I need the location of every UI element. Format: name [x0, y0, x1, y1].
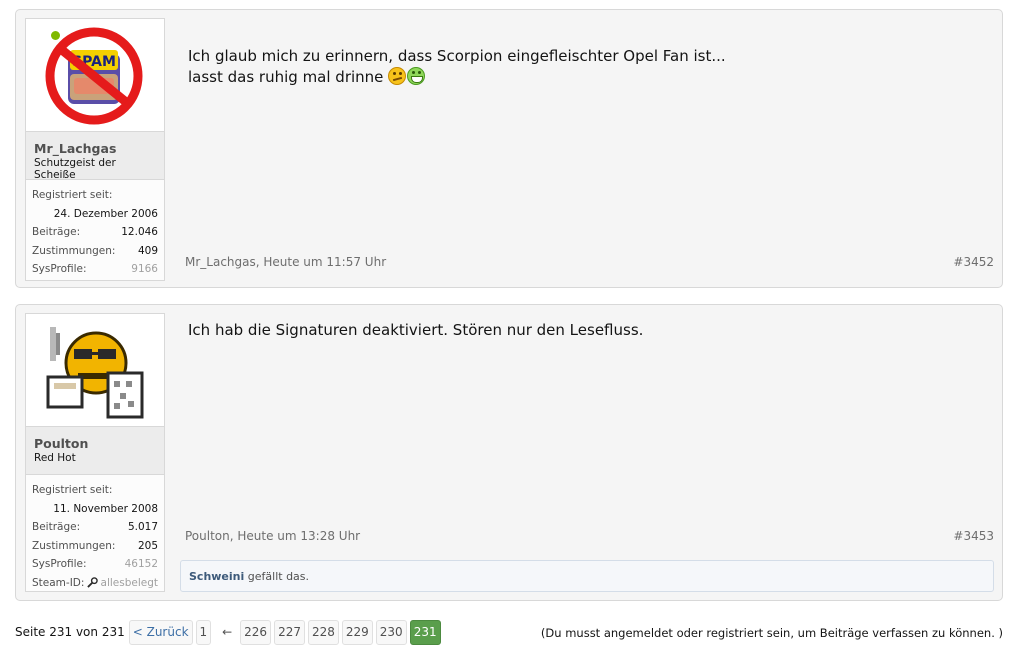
user-stats: Registriert seit: 24. Dezember 2006 Beit…	[26, 180, 164, 279]
sysprofile-link[interactable]: 46152	[125, 558, 158, 570]
stat-value[interactable]: 12.046	[121, 226, 158, 238]
avatar[interactable]: SPAM	[26, 19, 164, 132]
online-status-icon	[51, 31, 60, 40]
stat-label: SysProfile:	[32, 558, 87, 571]
post-message: Ich glaub mich zu erinnern, dass Scorpio…	[188, 46, 726, 88]
stat-likes: Zustimmungen: 409	[32, 242, 158, 261]
likes-text: gefällt das.	[244, 570, 310, 583]
page-link-first[interactable]: 1	[195, 619, 212, 645]
liker-link[interactable]: Schweini	[189, 570, 244, 583]
steam-link[interactable]: allesbelegt	[86, 577, 158, 589]
stat-registered-value-row: 11. November 2008	[32, 500, 158, 519]
pagination: Seite 231 von 231 < Zurück 1 ← 226 227 2…	[15, 619, 444, 645]
prev-page-button[interactable]: < Zurück	[128, 619, 193, 645]
likes-summary: Schweini gefällt das.	[180, 560, 994, 592]
stat-label: Zustimmungen:	[32, 244, 116, 257]
stat-posts: Beiträge: 5.017	[32, 518, 158, 537]
login-notice: (Du musst angemeldet oder registriert se…	[540, 626, 1003, 640]
stat-value: 409	[137, 244, 158, 257]
grin-smiley-icon	[407, 67, 426, 85]
spam-avatar-icon: SPAM	[45, 27, 143, 125]
post-author-time[interactable]: Mr_Lachgas, Heute um 11:57 Uhr	[185, 255, 386, 269]
page-info: Seite 231 von 231	[15, 625, 125, 639]
post-meta: Poulton, Heute um 13:28 Uhr #3453	[185, 529, 994, 543]
stat-value: 11. November 2008	[53, 502, 158, 515]
stat-steam: Steam-ID: allesbelegt	[32, 574, 158, 593]
username-link[interactable]: Mr_Lachgas	[34, 141, 156, 156]
post-meta: Mr_Lachgas, Heute um 11:57 Uhr #3452	[185, 255, 994, 269]
stat-label: SysProfile:	[32, 263, 87, 276]
message-line: Ich hab die Signaturen deaktiviert. Stör…	[188, 321, 644, 339]
user-name-box: Poulton Red Hot	[26, 427, 164, 475]
stat-sysprofile: SysProfile: 46152	[32, 555, 158, 574]
confused-smiley-icon	[388, 67, 407, 85]
post-3453: Poulton Red Hot Registriert seit: 11. No…	[15, 304, 1003, 601]
page-link-current: 231	[409, 619, 441, 645]
user-title: Schutzgeist der Scheiße	[34, 157, 116, 181]
stat-registered: Registriert seit:	[32, 186, 158, 205]
stat-value: 205	[137, 539, 158, 552]
post-message: Ich hab die Signaturen deaktiviert. Stör…	[188, 320, 643, 341]
steam-icon	[86, 577, 98, 588]
stat-label: Beiträge:	[32, 226, 81, 239]
sysprofile-link[interactable]: 9166	[131, 263, 158, 275]
stat-label: Registriert seit:	[32, 189, 113, 202]
page-gap-arrow[interactable]: ←	[214, 625, 240, 639]
stat-label: Registriert seit:	[32, 484, 113, 497]
user-info-block: SPAM Mr_Lachgas Schutzgeist der Scheiße …	[25, 18, 165, 281]
avatar[interactable]	[26, 314, 164, 427]
stat-registered: Registriert seit:	[32, 481, 158, 500]
username-link[interactable]: Poulton	[34, 436, 156, 451]
message-line: lasst das ruhig mal drinne	[188, 68, 384, 86]
user-name-box: Mr_Lachgas Schutzgeist der Scheiße	[26, 132, 164, 181]
stat-registered-value-row: 24. Dezember 2006	[32, 205, 158, 224]
page-link[interactable]: 230	[375, 619, 407, 645]
post-number-link[interactable]: #3452	[953, 255, 994, 269]
stat-likes: Zustimmungen: 205	[32, 537, 158, 556]
page-link[interactable]: 226	[240, 619, 272, 645]
stat-value[interactable]: 5.017	[128, 521, 158, 533]
message-line-with-smileys: lasst das ruhig mal drinne	[188, 67, 726, 88]
stat-value: 24. Dezember 2006	[53, 207, 158, 220]
post-3452: SPAM Mr_Lachgas Schutzgeist der Scheiße …	[15, 9, 1003, 288]
message-line: Ich glaub mich zu erinnern, dass Scorpio…	[188, 47, 726, 65]
user-title: Red Hot	[34, 452, 76, 464]
post-author-time[interactable]: Poulton, Heute um 13:28 Uhr	[185, 529, 360, 543]
page-link[interactable]: 229	[341, 619, 373, 645]
post-number-link[interactable]: #3453	[953, 529, 994, 543]
user-stats: Registriert seit: 11. November 2008 Beit…	[26, 475, 164, 592]
stat-posts: Beiträge: 12.046	[32, 223, 158, 242]
stat-label: Zustimmungen:	[32, 539, 116, 552]
pixel-coffee-smiley-avatar-icon	[46, 327, 144, 419]
stat-label: Beiträge:	[32, 521, 81, 534]
page-link[interactable]: 228	[307, 619, 339, 645]
steam-id-value[interactable]: allesbelegt	[101, 577, 158, 589]
user-info-block: Poulton Red Hot Registriert seit: 11. No…	[25, 313, 165, 592]
page-link[interactable]: 227	[274, 619, 305, 645]
stat-label: Steam-ID:	[32, 576, 85, 589]
stat-sysprofile: SysProfile: 9166	[32, 260, 158, 279]
